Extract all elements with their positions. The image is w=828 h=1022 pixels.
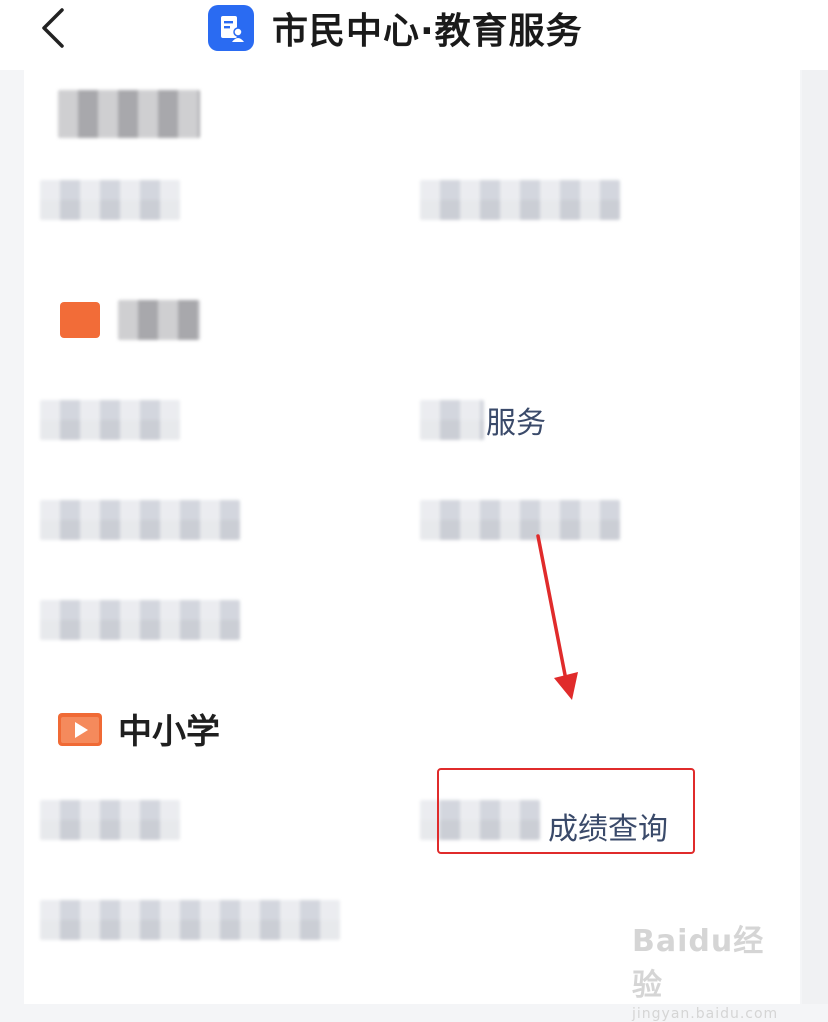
- service-item-blurred[interactable]: [420, 400, 484, 440]
- section-header: 中小学: [56, 704, 220, 753]
- highlight-box: [437, 768, 695, 854]
- watermark: Baidu经验 jingyan.baidu.com: [632, 916, 792, 1022]
- red-arrow-icon: [536, 534, 578, 700]
- top-bar: 市民中心·教育服务: [0, 0, 828, 70]
- play-screen-icon: [58, 712, 102, 746]
- service-item-blurred[interactable]: [40, 600, 240, 640]
- service-item-blurred[interactable]: [40, 500, 240, 540]
- service-item-blurred[interactable]: [40, 180, 180, 220]
- right-edge: [802, 70, 828, 1004]
- service-item-blurred[interactable]: [40, 800, 180, 840]
- section-icon-orange: [60, 302, 100, 338]
- service-item-blurred[interactable]: [40, 900, 340, 940]
- service-item-blurred[interactable]: [420, 180, 620, 220]
- service-item-blurred[interactable]: [40, 400, 180, 440]
- title-group: 市民中心·教育服务: [208, 4, 583, 52]
- section-title-blurred: [58, 90, 200, 138]
- watermark-url: jingyan.baidu.com: [632, 1006, 779, 1022]
- chevron-left-icon: [42, 8, 64, 48]
- document-person-icon: [208, 5, 254, 51]
- watermark-brand: Baidu经验: [632, 924, 765, 1003]
- service-item-partial-label[interactable]: 服务: [486, 398, 546, 442]
- section-title-blurred: [118, 300, 200, 340]
- page-title: 市民中心·教育服务: [272, 11, 583, 52]
- section-title: 中小学: [118, 712, 220, 752]
- back-button[interactable]: [36, 6, 76, 50]
